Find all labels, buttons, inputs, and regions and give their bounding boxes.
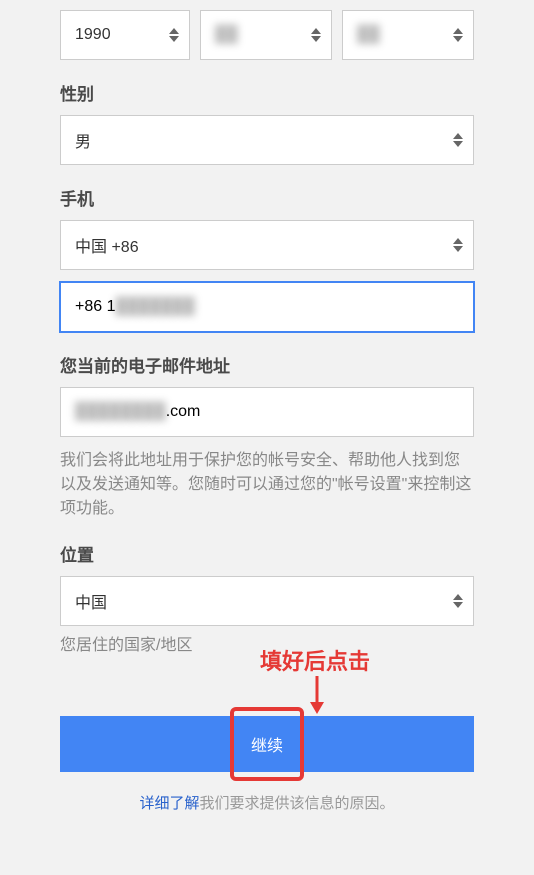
phone-label: 手机 <box>60 185 474 210</box>
chevron-updown-icon <box>311 28 321 42</box>
button-label: 继续 <box>251 732 283 756</box>
chevron-updown-icon <box>453 133 463 147</box>
email-label: 您当前的电子邮件地址 <box>60 352 474 377</box>
email-helper: 我们会将此地址用于保护您的帐号安全、帮助他人找到您以及发送通知等。您随时可以通过… <box>60 449 474 521</box>
phone-value-prefix: +86 1 <box>75 298 115 316</box>
chevron-updown-icon <box>169 28 179 42</box>
footer-rest: 我们要求提供该信息的原因。 <box>200 795 395 812</box>
day-value: ██ <box>357 26 380 44</box>
month-value: ██ <box>215 26 238 44</box>
chevron-updown-icon <box>453 28 463 42</box>
annotation-text: 填好后点击 <box>260 644 370 676</box>
location-value: 中国 <box>75 589 107 613</box>
chevron-updown-icon <box>453 238 463 252</box>
gender-value: 男 <box>75 128 91 152</box>
phone-input[interactable]: +86 1███████ <box>60 282 474 332</box>
gender-label: 性别 <box>60 80 474 105</box>
footer-text: 详细了解我们要求提供该信息的原因。 <box>60 792 474 813</box>
phone-value-blurred: ███████ <box>115 298 194 316</box>
phone-country-select[interactable]: 中国 +86 <box>60 220 474 270</box>
arrow-icon <box>302 674 332 714</box>
location-select[interactable]: 中国 <box>60 576 474 626</box>
footer-link[interactable]: 详细了解 <box>139 795 199 812</box>
chevron-updown-icon <box>453 594 463 608</box>
email-value-blurred: ████████ <box>75 403 166 421</box>
email-value-suffix: .com <box>166 403 201 421</box>
continue-button[interactable]: 继续 填好后点击 <box>60 716 474 772</box>
location-label: 位置 <box>60 541 474 566</box>
day-select[interactable]: ██ <box>342 10 474 60</box>
year-select[interactable]: 1990 <box>60 10 190 60</box>
email-input[interactable]: ████████.com <box>60 387 474 437</box>
phone-country-value: 中国 +86 <box>75 233 139 257</box>
gender-select[interactable]: 男 <box>60 115 474 165</box>
month-select[interactable]: ██ <box>200 10 332 60</box>
year-value: 1990 <box>75 26 111 44</box>
